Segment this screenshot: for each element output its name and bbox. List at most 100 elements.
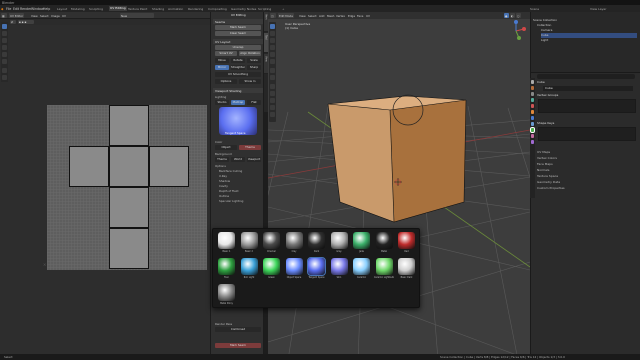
dof-checkbox[interactable]: Depth of Field [219, 189, 238, 193]
uv-island-bottom[interactable] [109, 228, 149, 269]
matcap-option[interactable]: Jade [351, 231, 372, 253]
editor-type-icon[interactable]: ▦ [1, 13, 7, 18]
vp-select-tool-icon[interactable] [270, 24, 275, 29]
mesh-name-field[interactable]: Cube [543, 86, 633, 91]
mesh-data-tab-icon[interactable] [529, 127, 536, 133]
vp-move-tool-icon[interactable] [270, 38, 275, 43]
section-seams[interactable]: Seams [213, 19, 263, 24]
shading-material-icon[interactable]: ◐ [510, 13, 515, 18]
matcap-option[interactable]: Green [261, 257, 282, 279]
shape-keys-header[interactable]: Shape Keys [537, 121, 637, 126]
tool-tab-icon[interactable] [530, 80, 535, 84]
select-tool-icon[interactable] [2, 24, 7, 29]
view-layer-selector[interactable]: View Layer [590, 7, 606, 11]
viewport-editor-type-icon[interactable]: ◳ [270, 13, 276, 18]
move-tool-icon[interactable] [2, 38, 7, 43]
vp-menu-vertex[interactable]: Vertex [335, 13, 346, 18]
vp-inset-tool-icon[interactable] [270, 91, 275, 96]
sharp-button[interactable]: Sharp [247, 65, 261, 70]
menu-window[interactable]: Window [31, 7, 44, 11]
tab-geometry-nodes[interactable]: Geometry Nodes [231, 7, 256, 11]
uv-island-top[interactable] [109, 105, 149, 146]
backface-culling-checkbox[interactable]: Backface Culling [219, 169, 242, 173]
tab-uv-editing[interactable]: UV Editing [109, 6, 127, 11]
menu-help[interactable]: Help [43, 7, 50, 11]
xray-checkbox[interactable]: X-Ray [219, 174, 227, 178]
vp-menu-add[interactable]: Add [318, 13, 325, 18]
vp-extrude-tool-icon[interactable] [270, 84, 275, 89]
navigation-gizmo[interactable] [505, 20, 527, 42]
show-in-field[interactable]: Show In [239, 79, 261, 84]
matcap-option[interactable]: Red [396, 231, 417, 253]
align-rotation-button[interactable]: Align Rotation [239, 51, 261, 56]
matcap-option[interactable]: Checker [261, 231, 282, 253]
blender-logo-icon[interactable]: ◆ [1, 7, 3, 11]
smart-uv-button[interactable]: Smart UV [215, 51, 237, 56]
menu-edit[interactable]: Edit [13, 7, 19, 11]
background-viewport-button[interactable]: Viewport [247, 157, 261, 162]
vp-transform-tool-icon[interactable] [270, 59, 275, 64]
vp-menu-uv[interactable]: UV [365, 13, 371, 18]
uv-island-right[interactable] [149, 146, 189, 187]
uv-smoothing-field[interactable]: UV Smoothing [215, 72, 261, 77]
scene-selector[interactable]: Scene [530, 7, 539, 11]
scale-tool-icon[interactable] [2, 52, 7, 57]
mirror-button[interactable]: Mirror [215, 65, 229, 70]
geometry-data-header[interactable]: Geometry Data [537, 180, 637, 185]
cube-right-face[interactable] [390, 100, 466, 222]
tab-animation[interactable]: Animation [168, 7, 183, 11]
move-button[interactable]: Move [215, 58, 229, 63]
transform-tool-icon[interactable] [2, 59, 7, 64]
vp-annotate-tool-icon[interactable] [270, 68, 275, 73]
uv-sync-icon[interactable]: ⇄ [10, 19, 16, 24]
vp-menu-mesh[interactable]: Mesh [326, 13, 335, 18]
lighting-matcap-button[interactable]: MatCap [231, 100, 245, 105]
uv-editor-mode[interactable]: UV Editor [9, 13, 25, 18]
cube-left-face[interactable] [328, 104, 394, 222]
tab-shading[interactable]: Shading [152, 7, 164, 11]
texture-space-header[interactable]: Texture Space [537, 174, 637, 179]
section-uv-layout[interactable]: UV Layout [213, 39, 263, 44]
color-theme-button[interactable]: Theme [239, 145, 261, 150]
vp-menu-view[interactable]: View [298, 13, 307, 18]
uv-grid[interactable] [47, 105, 207, 270]
uv-menu-select[interactable]: Select [39, 13, 50, 18]
matcap-option[interactable]: Ceramic Lightbulb [374, 257, 395, 279]
vp-scale-tool-icon[interactable] [270, 52, 275, 57]
matcap-option[interactable]: Metal [374, 231, 395, 253]
uv-island-center[interactable] [109, 146, 149, 187]
world-tab-icon[interactable] [530, 104, 535, 108]
lighting-studio-button[interactable]: Studio [215, 100, 229, 105]
vp-cursor-tool-icon[interactable] [270, 31, 275, 36]
matcap-option[interactable]: Tangent Space [306, 257, 327, 279]
vp-menu-select[interactable]: Select [307, 13, 318, 18]
custom-properties-header[interactable]: Custom Properties [537, 186, 637, 191]
annotate-tool-icon[interactable] [2, 68, 7, 73]
cavity-checkbox[interactable]: Cavity [219, 184, 228, 188]
menu-file[interactable]: File [6, 7, 11, 11]
outline-checkbox[interactable]: Outline [219, 194, 229, 198]
physics-tab-icon[interactable] [530, 122, 535, 126]
outliner-row-collection[interactable]: Collection [537, 23, 551, 28]
uv-menu-uv[interactable]: UV [61, 13, 67, 18]
color-object-button[interactable]: Object [215, 145, 237, 150]
vertex-groups-header[interactable]: Vertex Groups [537, 93, 637, 98]
tab-compositing[interactable]: Compositing [208, 7, 227, 11]
matcap-option[interactable]: Rim Light [239, 257, 260, 279]
options-field[interactable]: Options [215, 79, 237, 84]
rotate-button[interactable]: Rotate [231, 58, 245, 63]
mark-seam-button[interactable]: Mark Seam [215, 25, 261, 30]
matcap-option[interactable]: Metal Shiny [216, 283, 237, 305]
vp-rotate-tool-icon[interactable] [270, 45, 275, 50]
cursor-tool-icon[interactable] [2, 31, 7, 36]
vertex-groups-list[interactable] [538, 99, 636, 113]
matcap-option[interactable]: Basic 1 [216, 231, 237, 253]
grab-tool-icon[interactable] [2, 75, 7, 80]
vp-loopcut-tool-icon[interactable] [270, 105, 275, 110]
tab-rendering[interactable]: Rendering [188, 7, 203, 11]
shading-rendered-icon[interactable]: ○ [516, 13, 521, 18]
matcap-option[interactable]: Basic 2 [239, 231, 260, 253]
uv-menu-view[interactable]: View [30, 13, 39, 18]
render-tab-icon[interactable] [530, 86, 535, 90]
outliner-row-camera[interactable]: Camera [541, 28, 552, 33]
